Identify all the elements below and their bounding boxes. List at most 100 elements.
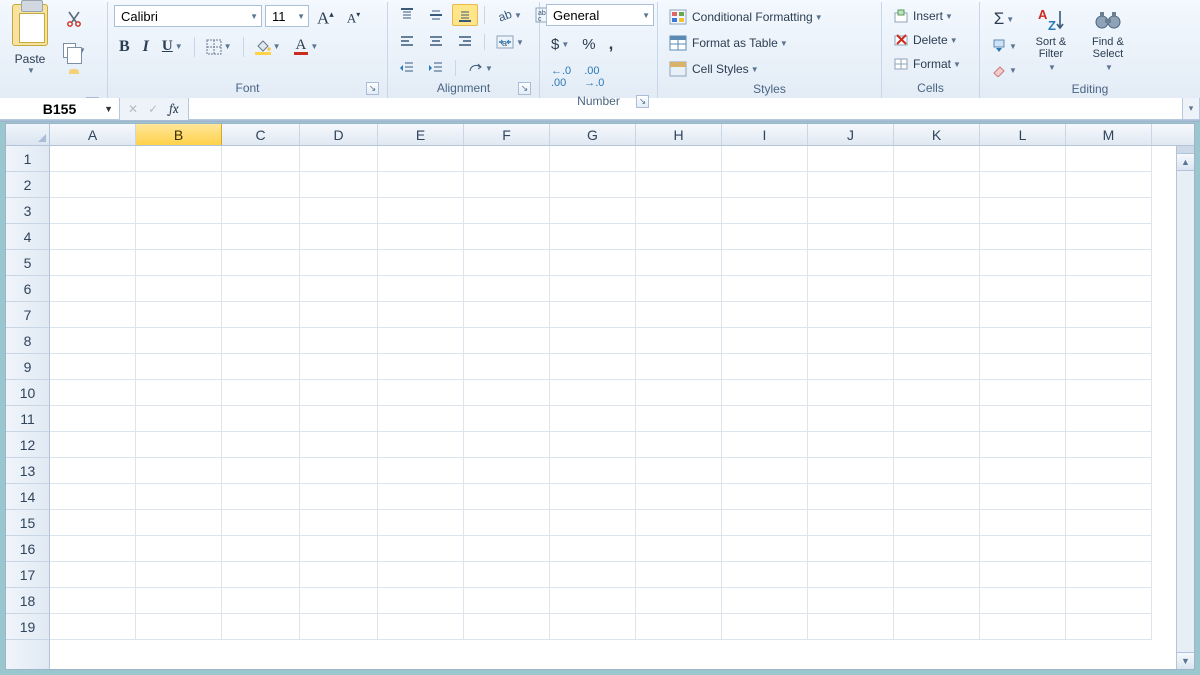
cell-D14[interactable]	[300, 484, 378, 510]
cell-B3[interactable]	[136, 198, 222, 224]
row-header-4[interactable]: 4	[6, 224, 49, 250]
percent-button[interactable]: %	[577, 33, 600, 56]
cell-D8[interactable]	[300, 328, 378, 354]
cell-E5[interactable]	[378, 250, 464, 276]
cell-J15[interactable]	[808, 510, 894, 536]
cell-B12[interactable]	[136, 432, 222, 458]
cell-L3[interactable]	[980, 198, 1066, 224]
cell-M3[interactable]	[1066, 198, 1152, 224]
select-all-corner[interactable]	[6, 124, 50, 145]
cell-C5[interactable]	[222, 250, 300, 276]
cell-G12[interactable]	[550, 432, 636, 458]
column-header-C[interactable]: C	[222, 124, 300, 145]
cell-K5[interactable]	[894, 250, 980, 276]
scroll-track[interactable]	[1177, 171, 1194, 652]
cell-D17[interactable]	[300, 562, 378, 588]
row-header-19[interactable]: 19	[6, 614, 49, 640]
insert-cells-button[interactable]: Insert ▼	[888, 6, 976, 26]
row-header-11[interactable]: 11	[6, 406, 49, 432]
cell-G11[interactable]	[550, 406, 636, 432]
cell-G7[interactable]	[550, 302, 636, 328]
cell-B17[interactable]	[136, 562, 222, 588]
cell-C11[interactable]	[222, 406, 300, 432]
decrease-indent-button[interactable]	[394, 58, 420, 78]
expand-formula-bar-button[interactable]: ▾	[1182, 98, 1200, 120]
cell-M13[interactable]	[1066, 458, 1152, 484]
cell-I7[interactable]	[722, 302, 808, 328]
cell-E4[interactable]	[378, 224, 464, 250]
scroll-down-button[interactable]: ▼	[1177, 652, 1194, 669]
row-header-9[interactable]: 9	[6, 354, 49, 380]
cell-G18[interactable]	[550, 588, 636, 614]
cell-F13[interactable]	[464, 458, 550, 484]
cell-D6[interactable]	[300, 276, 378, 302]
cell-J17[interactable]	[808, 562, 894, 588]
cell-E19[interactable]	[378, 614, 464, 640]
font-color-button[interactable]: A ▼	[289, 35, 324, 58]
cell-J18[interactable]	[808, 588, 894, 614]
clear-button[interactable]: ▼	[986, 60, 1022, 80]
cell-M2[interactable]	[1066, 172, 1152, 198]
align-middle-button[interactable]	[423, 4, 449, 26]
column-header-M[interactable]: M	[1066, 124, 1152, 145]
cell-F17[interactable]	[464, 562, 550, 588]
cell-F16[interactable]	[464, 536, 550, 562]
cell-M15[interactable]	[1066, 510, 1152, 536]
find-select-button[interactable]: Find & Select ▼	[1080, 4, 1136, 75]
cell-M16[interactable]	[1066, 536, 1152, 562]
cell-K2[interactable]	[894, 172, 980, 198]
cell-M4[interactable]	[1066, 224, 1152, 250]
cell-G3[interactable]	[550, 198, 636, 224]
cell-K17[interactable]	[894, 562, 980, 588]
row-header-12[interactable]: 12	[6, 432, 49, 458]
cell-L2[interactable]	[980, 172, 1066, 198]
format-as-table-button[interactable]: Format as Table ▼	[664, 32, 874, 54]
cell-C14[interactable]	[222, 484, 300, 510]
cell-D9[interactable]	[300, 354, 378, 380]
cell-E18[interactable]	[378, 588, 464, 614]
cell-J3[interactable]	[808, 198, 894, 224]
cell-K14[interactable]	[894, 484, 980, 510]
cell-A5[interactable]	[50, 250, 136, 276]
cell-D10[interactable]	[300, 380, 378, 406]
column-header-K[interactable]: K	[894, 124, 980, 145]
cell-C3[interactable]	[222, 198, 300, 224]
cell-B5[interactable]	[136, 250, 222, 276]
fx-enter-button[interactable]: ✓	[144, 100, 162, 118]
currency-button[interactable]: $ ▼	[546, 33, 574, 56]
column-header-H[interactable]: H	[636, 124, 722, 145]
orientation-button[interactable]: ab▼	[491, 4, 527, 26]
cell-B16[interactable]	[136, 536, 222, 562]
cell-G14[interactable]	[550, 484, 636, 510]
cell-I4[interactable]	[722, 224, 808, 250]
cell-K15[interactable]	[894, 510, 980, 536]
row-header-17[interactable]: 17	[6, 562, 49, 588]
cell-L15[interactable]	[980, 510, 1066, 536]
align-bottom-button[interactable]	[452, 4, 478, 26]
cell-G15[interactable]	[550, 510, 636, 536]
cell-C7[interactable]	[222, 302, 300, 328]
cell-J5[interactable]	[808, 250, 894, 276]
cell-A19[interactable]	[50, 614, 136, 640]
cell-H10[interactable]	[636, 380, 722, 406]
cell-I19[interactable]	[722, 614, 808, 640]
column-header-I[interactable]: I	[722, 124, 808, 145]
cell-B11[interactable]	[136, 406, 222, 432]
cell-I6[interactable]	[722, 276, 808, 302]
cell-D13[interactable]	[300, 458, 378, 484]
cell-A9[interactable]	[50, 354, 136, 380]
cell-J16[interactable]	[808, 536, 894, 562]
underline-button[interactable]: U ▼	[157, 35, 188, 58]
cell-I16[interactable]	[722, 536, 808, 562]
cell-C10[interactable]	[222, 380, 300, 406]
align-left-button[interactable]	[394, 32, 420, 52]
cell-F14[interactable]	[464, 484, 550, 510]
merge-center-button[interactable]: a▼	[491, 32, 529, 52]
cell-D19[interactable]	[300, 614, 378, 640]
cell-E12[interactable]	[378, 432, 464, 458]
cell-K9[interactable]	[894, 354, 980, 380]
autosum-button[interactable]: Σ ▼	[986, 6, 1022, 32]
cell-F7[interactable]	[464, 302, 550, 328]
cell-B15[interactable]	[136, 510, 222, 536]
cell-M17[interactable]	[1066, 562, 1152, 588]
